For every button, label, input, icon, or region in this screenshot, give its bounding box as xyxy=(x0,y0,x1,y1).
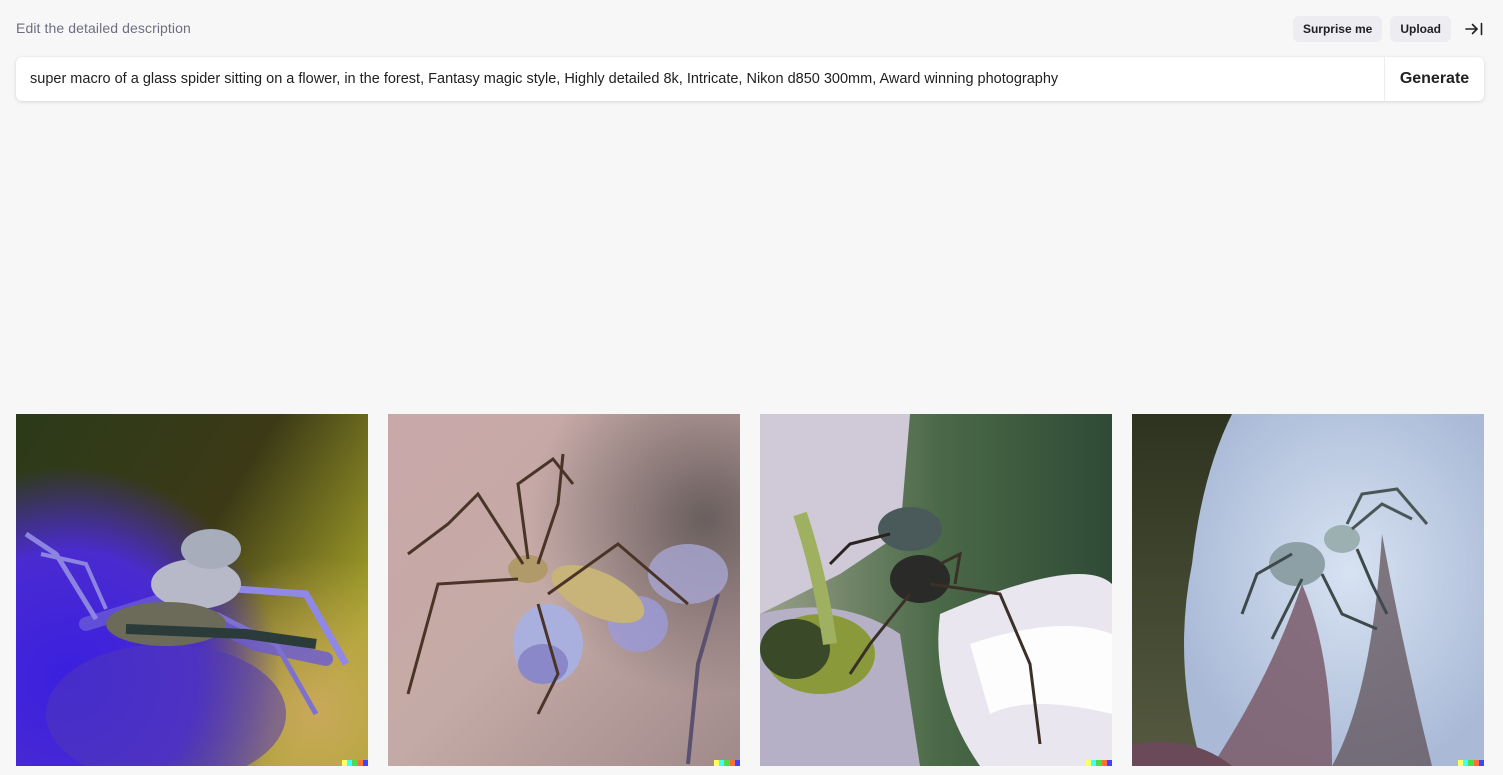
result-image-2[interactable] xyxy=(388,414,740,766)
upload-button[interactable]: Upload xyxy=(1390,16,1451,42)
spider-photo-4 xyxy=(1132,414,1484,766)
signature-watermark xyxy=(1086,760,1112,766)
result-image-3[interactable] xyxy=(760,414,1112,766)
page-title: Edit the detailed description xyxy=(16,20,191,36)
arrow-to-edge-icon xyxy=(1465,22,1483,36)
result-image-1[interactable] xyxy=(16,414,368,766)
spider-photo-1 xyxy=(16,414,368,766)
signature-watermark xyxy=(342,760,368,766)
prompt-input[interactable]: super macro of a glass spider sitting on… xyxy=(16,57,1384,101)
signature-watermark xyxy=(714,760,740,766)
spider-photo-3 xyxy=(760,414,1112,766)
image-gallery xyxy=(16,414,1484,766)
top-actions: Surprise me Upload xyxy=(1292,16,1487,42)
spider-photo-2 xyxy=(388,414,740,766)
collapse-right-icon[interactable] xyxy=(1461,16,1487,42)
generate-button[interactable]: Generate xyxy=(1384,57,1484,101)
prompt-bar: super macro of a glass spider sitting on… xyxy=(16,57,1484,101)
signature-watermark xyxy=(1458,760,1484,766)
surprise-me-button[interactable]: Surprise me xyxy=(1292,16,1383,42)
result-image-4[interactable] xyxy=(1132,414,1484,766)
